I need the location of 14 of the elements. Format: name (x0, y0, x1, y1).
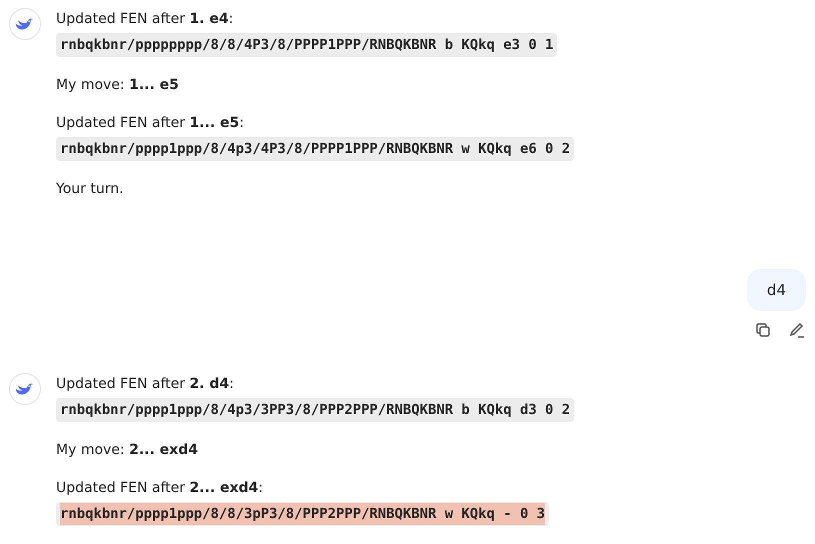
message-text: Your turn. (56, 180, 124, 199)
message-text: Updated FEN after 1... e5: (56, 114, 244, 133)
message-text: My move: 2... exd4 (56, 441, 198, 460)
code-block: rnbqkbnr/pppp1ppp/8/4p3/3PP3/8/PPP2PPP/RNBQKBNR b KQkq d3 0 2 (56, 398, 574, 422)
code-block: rnbqkbnr/pppp1ppp/8/4p3/4P3/8/PPPP1PPP/RNBQKBNR w KQkq e6 0 2 (56, 137, 574, 161)
user-message: d4 (746, 269, 806, 311)
copy-icon[interactable] (754, 321, 772, 339)
edit-icon[interactable] (788, 321, 806, 339)
code-block: rnbqkbnr/pppppppp/8/8/4P3/8/PPPP1PPP/RNBQKBNR b KQkq e3 0 1 (56, 33, 558, 57)
code-block: rnbqkbnr/pppp1ppp/8/8/3pP3/8/PPP2PPP/RNBQKBNR w KQkq - 0 3 (56, 502, 550, 526)
message-text: Updated FEN after 2. d4: (56, 375, 234, 394)
message-text: Updated FEN after 2... exd4: (56, 479, 264, 498)
message-text: Updated FEN after 1. e4: (56, 10, 234, 29)
message-text: My move: 1... e5 (56, 76, 179, 95)
